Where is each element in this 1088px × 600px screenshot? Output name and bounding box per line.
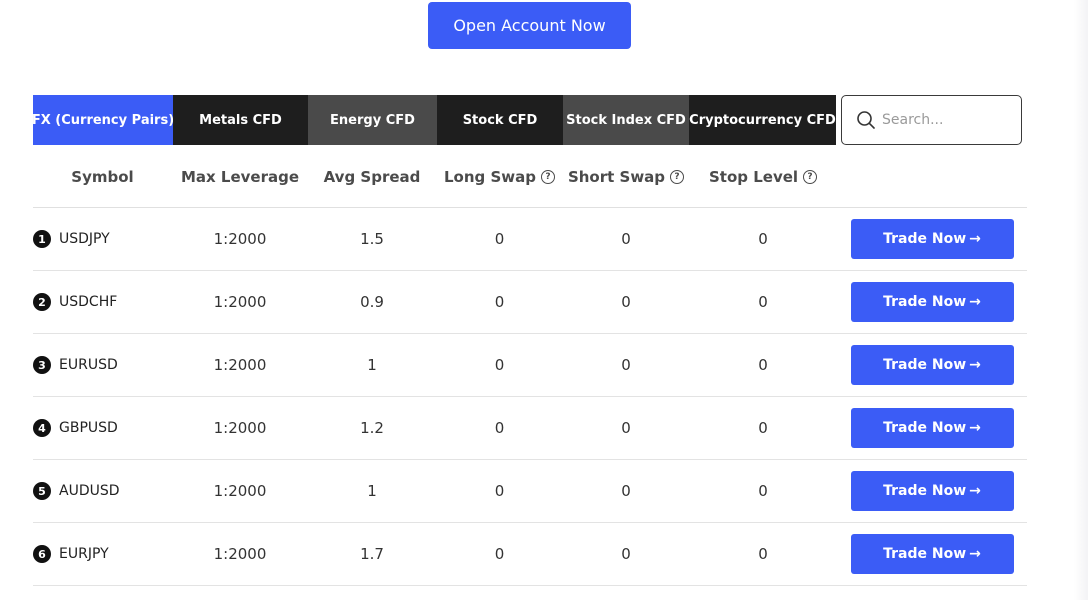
arrow-right-icon: → bbox=[969, 420, 981, 436]
search-icon bbox=[857, 111, 875, 129]
arrow-right-icon: → bbox=[969, 483, 981, 499]
trade-now-button[interactable]: Trade Now → bbox=[850, 219, 1014, 259]
arrow-right-icon: → bbox=[969, 357, 981, 373]
rank-badge: 3 bbox=[33, 356, 51, 374]
max-leverage-cell: 1:2000 bbox=[213, 230, 267, 248]
column-header-symbol: Symbol bbox=[71, 167, 134, 186]
symbol-cell: 6 EURJPY bbox=[33, 545, 172, 563]
stop-level-cell: 0 bbox=[758, 419, 768, 437]
avg-spread-cell: 0.9 bbox=[360, 293, 384, 311]
stop-level-cell: 0 bbox=[758, 545, 768, 563]
long-swap-cell: 0 bbox=[494, 419, 505, 437]
table-row: 1 USDJPY 1:2000 1.5 0 0 0 Trade Now → bbox=[33, 208, 1027, 271]
table-row: 4 GBPUSD 1:2000 1.2 0 0 0 Trade Now → bbox=[33, 397, 1027, 460]
action-cell: Trade Now → bbox=[837, 282, 1027, 322]
tab-stock-cfd[interactable]: Stock CFD bbox=[437, 95, 563, 145]
table-header: Symbol Max Leverage Avg Spread Long Swap… bbox=[33, 146, 1027, 208]
question-circle-icon[interactable]: ? bbox=[541, 169, 556, 184]
table-row: 2 USDCHF 1:2000 0.9 0 0 0 Trade Now → bbox=[33, 271, 1027, 334]
table-row: 6 EURJPY 1:2000 1.7 0 0 0 Trade Now → bbox=[33, 523, 1027, 586]
stop-level-cell: 0 bbox=[758, 293, 768, 311]
symbol-name: USDJPY bbox=[59, 231, 110, 247]
column-header-avg-spread: Avg Spread bbox=[323, 167, 421, 186]
symbol-name: EURJPY bbox=[59, 546, 109, 562]
long-swap-cell: 0 bbox=[494, 230, 505, 248]
action-cell: Trade Now → bbox=[837, 219, 1027, 259]
trade-now-button[interactable]: Trade Now → bbox=[850, 471, 1014, 511]
column-header-stop-level: Stop Level ? bbox=[689, 168, 837, 186]
symbol-name: GBPUSD bbox=[59, 420, 118, 436]
max-leverage-cell: 1:2000 bbox=[213, 419, 267, 437]
arrow-right-icon: → bbox=[969, 231, 981, 247]
rank-badge: 1 bbox=[33, 230, 51, 248]
long-swap-cell: 0 bbox=[494, 293, 505, 311]
arrow-right-icon: → bbox=[969, 546, 981, 562]
table-row: 3 EURUSD 1:2000 1 0 0 0 Trade Now → bbox=[33, 334, 1027, 397]
short-swap-cell: 0 bbox=[621, 293, 631, 311]
symbol-table-body: 1 USDJPY 1:2000 1.5 0 0 0 Trade Now → 2 U… bbox=[33, 208, 1027, 586]
symbol-cell: 2 USDCHF bbox=[33, 293, 172, 311]
tab-stock-index-cfd[interactable]: Stock Index CFD bbox=[563, 95, 689, 145]
action-cell: Trade Now → bbox=[837, 534, 1027, 574]
max-leverage-cell: 1:2000 bbox=[213, 293, 267, 311]
symbol-cell: 3 EURUSD bbox=[33, 356, 172, 374]
page: Open Account Now FX (Currency Pairs) Met… bbox=[0, 0, 1088, 600]
symbol-name: EURUSD bbox=[59, 357, 118, 373]
stop-level-cell: 0 bbox=[758, 356, 768, 374]
action-cell: Trade Now → bbox=[837, 408, 1027, 448]
avg-spread-cell: 1 bbox=[367, 356, 377, 374]
long-swap-cell: 0 bbox=[494, 545, 505, 563]
tab-fx-currency-pairs[interactable]: FX (Currency Pairs) bbox=[32, 95, 174, 145]
symbol-name: USDCHF bbox=[59, 294, 118, 310]
stop-level-cell: 0 bbox=[758, 482, 768, 500]
short-swap-cell: 0 bbox=[621, 545, 631, 563]
search-box[interactable] bbox=[841, 95, 1022, 145]
avg-spread-cell: 1.7 bbox=[360, 545, 384, 563]
tab-energy-cfd[interactable]: Energy CFD bbox=[308, 95, 437, 145]
max-leverage-cell: 1:2000 bbox=[213, 545, 267, 563]
tab-metals-cfd[interactable]: Metals CFD bbox=[173, 95, 308, 145]
avg-spread-cell: 1 bbox=[367, 482, 377, 500]
rank-badge: 5 bbox=[33, 482, 51, 500]
question-circle-icon[interactable]: ? bbox=[803, 169, 818, 184]
short-swap-cell: 0 bbox=[621, 230, 631, 248]
open-account-button[interactable]: Open Account Now bbox=[428, 2, 631, 49]
symbol-name: AUDUSD bbox=[59, 483, 120, 499]
avg-spread-cell: 1.5 bbox=[360, 230, 384, 248]
trade-now-button[interactable]: Trade Now → bbox=[850, 282, 1014, 322]
trade-now-button[interactable]: Trade Now → bbox=[850, 345, 1014, 385]
rank-badge: 4 bbox=[33, 419, 51, 437]
short-swap-cell: 0 bbox=[621, 356, 631, 374]
long-swap-cell: 0 bbox=[494, 356, 505, 374]
column-header-short-swap: Short Swap ? bbox=[563, 168, 689, 186]
short-swap-cell: 0 bbox=[621, 419, 631, 437]
search-input[interactable] bbox=[882, 112, 1012, 128]
symbol-cell: 4 GBPUSD bbox=[33, 419, 172, 437]
rank-badge: 2 bbox=[33, 293, 51, 311]
column-header-max-leverage: Max Leverage bbox=[180, 167, 300, 186]
column-header-long-swap: Long Swap ? bbox=[436, 168, 563, 186]
question-circle-icon[interactable]: ? bbox=[670, 169, 685, 184]
symbol-cell: 5 AUDUSD bbox=[33, 482, 172, 500]
category-tabs: FX (Currency Pairs) Metals CFD Energy CF… bbox=[32, 95, 836, 145]
stop-level-cell: 0 bbox=[758, 230, 768, 248]
action-cell: Trade Now → bbox=[837, 345, 1027, 385]
short-swap-cell: 0 bbox=[621, 482, 631, 500]
table-row: 5 AUDUSD 1:2000 1 0 0 0 Trade Now → bbox=[33, 460, 1027, 523]
tab-cryptocurrency-cfd[interactable]: Cryptocurrency CFD bbox=[689, 95, 836, 145]
trade-now-button[interactable]: Trade Now → bbox=[850, 534, 1014, 574]
max-leverage-cell: 1:2000 bbox=[213, 356, 267, 374]
trade-now-button[interactable]: Trade Now → bbox=[850, 408, 1014, 448]
action-cell: Trade Now → bbox=[837, 471, 1027, 511]
arrow-right-icon: → bbox=[969, 294, 981, 310]
avg-spread-cell: 1.2 bbox=[360, 419, 384, 437]
rank-badge: 6 bbox=[33, 545, 51, 563]
symbol-cell: 1 USDJPY bbox=[33, 230, 172, 248]
max-leverage-cell: 1:2000 bbox=[213, 482, 267, 500]
long-swap-cell: 0 bbox=[494, 482, 505, 500]
